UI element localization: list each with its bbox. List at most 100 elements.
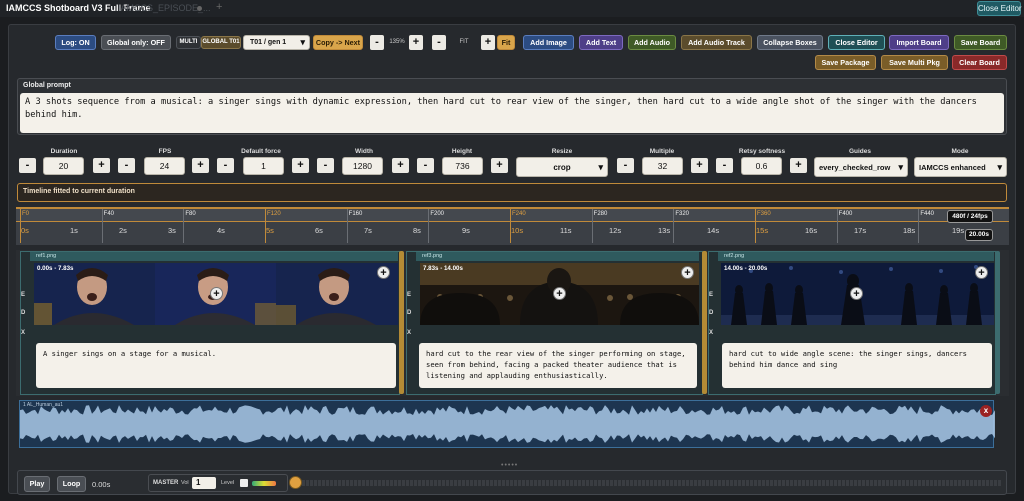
retsy-softness-input[interactable]: 0.6	[741, 157, 782, 175]
global-t01-badge[interactable]: GLOBAL T01	[201, 36, 241, 49]
duration-minus-button[interactable]: -	[19, 158, 36, 173]
copy-next-button[interactable]: Copy -> Next	[313, 35, 363, 50]
save-board-button[interactable]: Save Board	[954, 35, 1007, 50]
retsy-softness-label: Retsy softness	[738, 148, 786, 155]
multiple-minus-button[interactable]: -	[617, 158, 634, 173]
new-tab-icon[interactable]: +	[216, 1, 222, 13]
guides-select[interactable]: every_checked_row	[814, 157, 908, 177]
add-text-button[interactable]: Add Text	[579, 35, 623, 50]
zoom-out-button[interactable]: -	[370, 35, 384, 50]
frame-tick-label: F360	[757, 211, 771, 217]
fit-plus-button[interactable]: +	[481, 35, 495, 50]
duration-plus-button[interactable]: +	[93, 158, 110, 173]
zoom-in-button[interactable]: +	[409, 35, 423, 50]
shot-2-file: ref3.png	[416, 252, 699, 261]
zoom-level: 135%	[389, 39, 405, 45]
level-checkbox[interactable]	[240, 479, 248, 487]
fit-label: FIT	[459, 39, 469, 45]
add-audio-track-button[interactable]: Add Audio Track	[681, 35, 752, 50]
default-force-input[interactable]: 1	[243, 157, 284, 175]
fps-minus-button[interactable]: -	[118, 158, 135, 173]
default-force-plus-button[interactable]: +	[292, 158, 309, 173]
frame-tick-label: F200	[430, 211, 445, 217]
shot-3-caption[interactable]: hard cut to wide angle scene: the singer…	[722, 343, 992, 388]
shot-2-caption[interactable]: hard cut to the rear view of the singer …	[419, 343, 697, 388]
volume-input[interactable]: 1	[192, 477, 216, 489]
width-minus-button[interactable]: -	[317, 158, 334, 173]
second-tick-label: 13s	[658, 226, 671, 235]
frame-tick-label: F240	[512, 211, 526, 217]
save-multi-pkg-button[interactable]: Save Multi Pkg	[881, 55, 948, 70]
audio-track[interactable]	[19, 400, 995, 448]
multiple-input[interactable]: 32	[642, 157, 683, 175]
duration-badge: 20.00s	[965, 229, 993, 241]
fit-button[interactable]: Fit	[497, 35, 515, 50]
guides-label: Guides	[848, 148, 872, 155]
shot-1-caption[interactable]: A singer sings on a stage for a musical.	[36, 343, 396, 388]
shot-2-insert-icon[interactable]: +	[553, 287, 566, 300]
shot-1-insert-icon[interactable]: +	[210, 287, 223, 300]
play-button[interactable]: Play	[24, 476, 50, 492]
width-plus-button[interactable]: +	[392, 158, 409, 173]
resize-grip-icon[interactable]: •••••	[501, 462, 518, 469]
second-tick-label: 7s	[364, 226, 372, 235]
global-prompt-textarea[interactable]: A 3 shots sequence from a musical: a sin…	[20, 93, 1004, 133]
retsy-softness-plus-button[interactable]: +	[790, 158, 807, 173]
shot-3-add-icon[interactable]: +	[975, 266, 988, 279]
collapse-boxes-button[interactable]: Collapse Boxes	[757, 35, 823, 50]
multiple-label: Multiple	[649, 148, 675, 155]
shot-1-resize-handle[interactable]	[399, 251, 404, 394]
multiple-plus-button[interactable]: +	[691, 158, 708, 173]
second-tick-label: 14s	[707, 226, 720, 235]
playback-time: 0.00s	[92, 480, 111, 489]
frame-tick-label: F40	[103, 211, 114, 217]
mode-select[interactable]: IAMCCS enhanced	[914, 157, 1007, 177]
second-tick-label: 19s	[952, 226, 965, 235]
frame-tick-line	[591, 209, 593, 243]
second-tick-label: 16s	[805, 226, 818, 235]
frame-tick-label: F400	[838, 211, 853, 217]
height-plus-button[interactable]: +	[491, 158, 508, 173]
save-package-button[interactable]: Save Package	[815, 55, 876, 70]
second-tick-label: 17s	[854, 226, 867, 235]
shot-3-resize-handle[interactable]	[995, 251, 1000, 394]
duration-input[interactable]: 20	[43, 157, 84, 175]
playhead-knob[interactable]	[289, 476, 302, 489]
take-select[interactable]: T01 / gen 1	[243, 35, 310, 50]
frame-tick-line	[101, 209, 103, 243]
default-force-minus-button[interactable]: -	[217, 158, 234, 173]
shot-3-insert-icon[interactable]: +	[850, 287, 863, 300]
remove-audio-icon[interactable]: x	[980, 405, 992, 417]
second-tick-label: 8s	[413, 226, 421, 235]
resize-select[interactable]: crop	[516, 157, 608, 177]
shot-2-add-icon[interactable]: +	[681, 266, 694, 279]
close-editor-button[interactable]: Close Editor	[828, 35, 885, 50]
shot-1-add-icon[interactable]: +	[377, 266, 390, 279]
loop-button[interactable]: Loop	[57, 476, 86, 492]
global-only-toggle-button[interactable]: Global only: OFF	[101, 35, 171, 50]
fit-minus-button[interactable]: -	[432, 35, 446, 50]
volume-label: Vol	[181, 480, 189, 486]
close-editor-top-button[interactable]: Close Editor	[977, 1, 1022, 16]
timeline-note: Timeline fitted to current duration	[23, 188, 135, 195]
second-tick-label: 6s	[315, 226, 323, 235]
fps-input[interactable]: 24	[144, 157, 185, 175]
width-input[interactable]: 1280	[342, 157, 383, 175]
clear-board-button[interactable]: Clear Board	[952, 55, 1007, 70]
row-letter-e-3: E	[709, 292, 714, 298]
shot-1-time-range: 0.00s - 7.83s	[37, 265, 74, 272]
height-input[interactable]: 736	[442, 157, 483, 175]
add-audio-button[interactable]: Add Audio	[628, 35, 676, 50]
shot-2-resize-handle[interactable]	[702, 251, 707, 394]
add-image-button[interactable]: Add Image	[523, 35, 574, 50]
multi-badge[interactable]: MULTI	[176, 36, 201, 49]
import-board-button[interactable]: Import Board	[889, 35, 949, 50]
height-minus-button[interactable]: -	[417, 158, 434, 173]
log-toggle-button[interactable]: Log: ON	[55, 35, 96, 50]
scrub-track[interactable]	[302, 480, 1002, 486]
frame-tick-label: F280	[593, 211, 608, 217]
frame-tick-line	[836, 209, 838, 243]
row-letter-x-3: X	[709, 330, 714, 336]
retsy-softness-minus-button[interactable]: -	[716, 158, 733, 173]
fps-plus-button[interactable]: +	[192, 158, 209, 173]
